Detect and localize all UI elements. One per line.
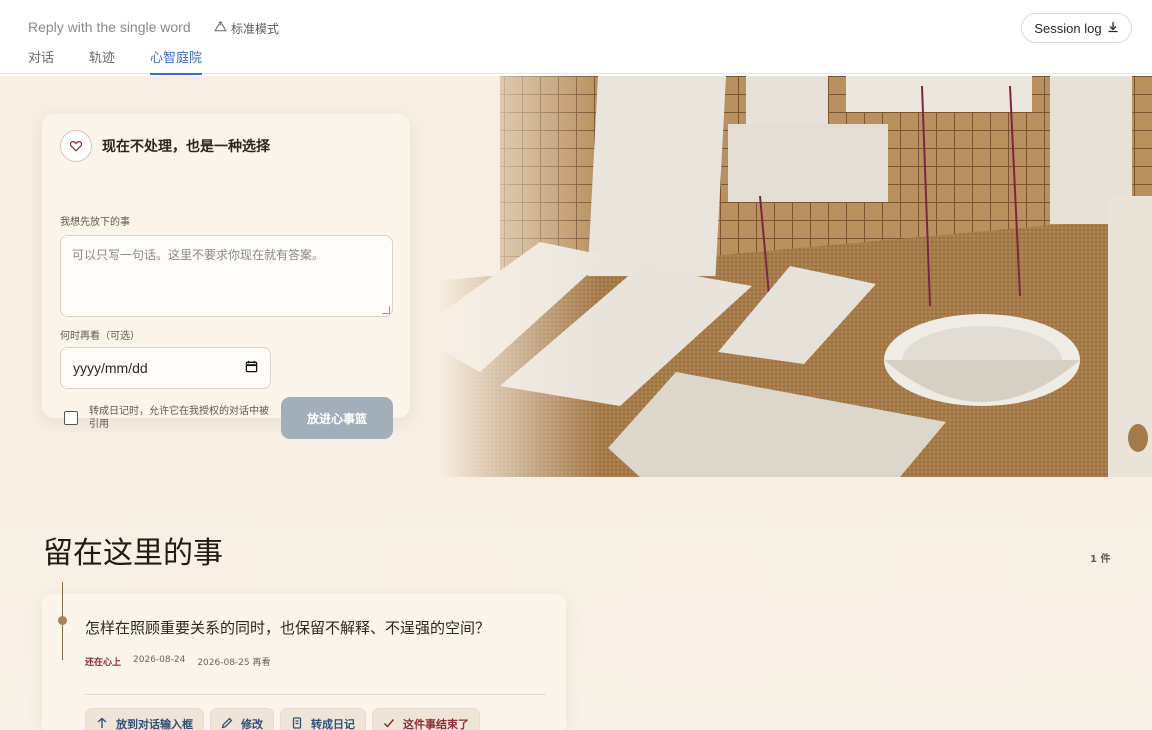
created-date: 2026-08-24 xyxy=(133,655,186,665)
date-placeholder: yyyy/mm/dd xyxy=(73,360,148,376)
card-title: 现在不处理，也是一种选择 xyxy=(102,139,270,155)
send-to-input-button[interactable]: 放到对话输入框 xyxy=(85,708,204,730)
to-journal-label: 转成日记 xyxy=(311,718,355,730)
tab-mind-garden[interactable]: 心智庭院 xyxy=(150,47,203,75)
divider xyxy=(85,694,546,695)
arrow-up-icon xyxy=(96,717,108,730)
allow-quote-label: 转成日记时，允许它在我授权的对话中被引用 xyxy=(89,406,269,430)
calendar-icon[interactable] xyxy=(245,360,258,376)
submit-button[interactable]: 放进心事篮 xyxy=(281,397,393,439)
date-label: 何时再看（可选） xyxy=(60,331,140,342)
edit-label: 修改 xyxy=(241,718,263,730)
edit-button[interactable]: 修改 xyxy=(210,708,274,730)
mode-label: 标准模式 xyxy=(231,22,280,36)
review-date-input[interactable]: yyyy/mm/dd xyxy=(60,347,271,389)
download-icon xyxy=(1107,21,1119,36)
hero-banner: 现在不处理，也是一种选择 我想先放下的事 可以只写一句话。这里不要求你现在就有答… xyxy=(0,76,1152,477)
tab-bar: 对话 轨迹 心智庭院 xyxy=(28,47,203,75)
card-header: 现在不处理，也是一种选择 xyxy=(60,130,270,162)
session-log-button[interactable]: Session log xyxy=(1021,13,1132,43)
note-label: 我想先放下的事 xyxy=(60,217,130,228)
mark-done-button[interactable]: 这件事结束了 xyxy=(372,708,480,730)
session-log-label: Session log xyxy=(1034,20,1102,36)
document-icon xyxy=(291,716,303,730)
heart-icon xyxy=(60,130,92,162)
item-question: 怎样在照顾重要关系的同时，也保留不解释、不逞强的空间？ xyxy=(85,619,491,637)
top-bar: Reply with the single word 标准模式 对话 轨迹 心智… xyxy=(0,0,1152,75)
status-badge: 还在心上 xyxy=(85,658,122,668)
kept-items-section: 留在这里的事 1 件 怎样在照顾重要关系的同时，也保留不解释、不逞强的空间？ 还… xyxy=(0,477,1152,730)
mode-indicator[interactable]: 标准模式 xyxy=(214,20,279,37)
item-count: 1 件 xyxy=(1090,554,1111,565)
note-textarea[interactable]: 可以只写一句话。这里不要求你现在就有答案。 xyxy=(60,235,393,317)
timeline-dot xyxy=(58,616,67,625)
to-journal-button[interactable]: 转成日记 xyxy=(280,708,366,730)
item-meta: 还在心上 2026-08-24 2026-08-25 再看 xyxy=(85,655,271,668)
check-icon xyxy=(383,717,395,730)
let-go-card: 现在不处理，也是一种选择 我想先放下的事 可以只写一句话。这里不要求你现在就有答… xyxy=(42,114,410,439)
mark-done-label: 这件事结束了 xyxy=(403,718,469,730)
tab-trajectory[interactable]: 轨迹 xyxy=(89,47,115,75)
tab-dialogue[interactable]: 对话 xyxy=(28,47,54,75)
item-actions: 放到对话输入框 修改 转成日记 这件事结束了 xyxy=(85,708,480,730)
pencil-icon xyxy=(221,717,233,730)
conversation-title: Reply with the single word xyxy=(28,19,191,35)
section-title: 留在这里的事 xyxy=(43,536,223,571)
recycle-icon xyxy=(214,20,227,37)
allow-quote-checkbox[interactable] xyxy=(64,411,78,425)
review-date: 2026-08-25 再看 xyxy=(197,658,271,668)
send-to-input-label: 放到对话输入框 xyxy=(116,718,193,730)
